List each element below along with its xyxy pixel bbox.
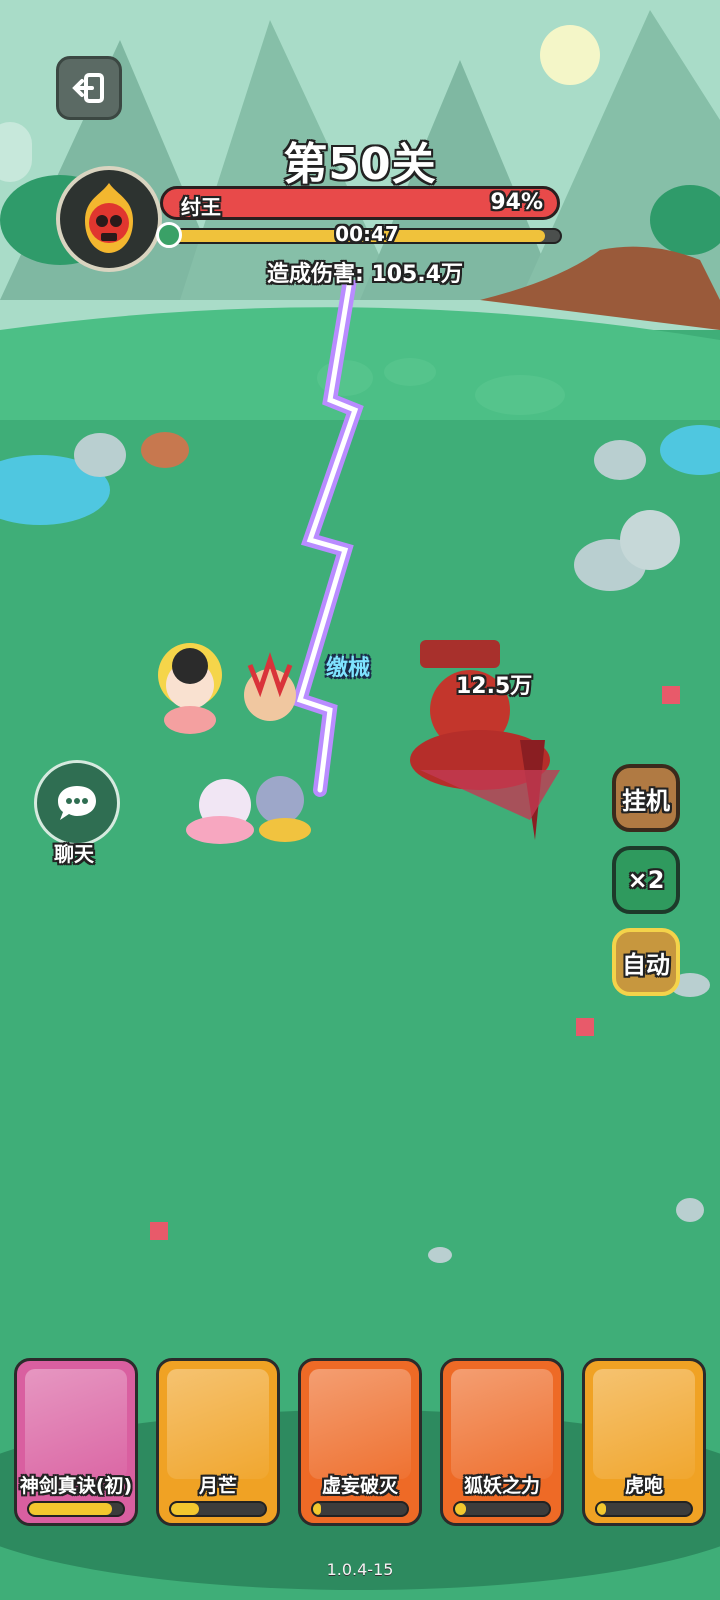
exit-icon bbox=[72, 73, 104, 103]
skill-3-charge-bar bbox=[311, 1501, 409, 1517]
boss-name: 纣王 bbox=[181, 195, 221, 219]
boss-hp-bar: 纣王 94% bbox=[160, 186, 560, 220]
chat-label: 聊天 bbox=[54, 842, 94, 866]
damage-summary: 造成伤害: 105.4万 bbox=[200, 256, 530, 288]
boss-character bbox=[410, 640, 560, 840]
skill-3-portrait bbox=[309, 1369, 411, 1479]
skill-card-4[interactable]: 狐妖之力 bbox=[440, 1358, 564, 1526]
skull-flame-icon bbox=[85, 183, 133, 253]
timer-text: 00:47 bbox=[335, 222, 399, 246]
skill-card-1[interactable]: 神剑真诀(初) bbox=[14, 1358, 138, 1526]
skill-4-charge-bar bbox=[453, 1501, 551, 1517]
damage-popup: 12.5万 bbox=[456, 674, 533, 699]
side-expand-tab[interactable] bbox=[0, 122, 32, 182]
status-popup: 缴械 bbox=[326, 656, 371, 681]
speed-x2-button[interactable]: ×2 bbox=[612, 846, 680, 914]
skill-2-portrait bbox=[167, 1369, 269, 1479]
chat-bubble-icon bbox=[58, 786, 96, 820]
skill-card-5[interactable]: 虎咆 bbox=[582, 1358, 706, 1526]
auto-button[interactable]: 自动 bbox=[612, 928, 680, 996]
skill-5-portrait bbox=[593, 1369, 695, 1479]
damage-label: 造成伤害: bbox=[266, 262, 364, 287]
exit-button[interactable] bbox=[56, 56, 122, 120]
boss-hp-percent: 94% bbox=[490, 190, 543, 215]
skill-5-charge-bar bbox=[595, 1501, 693, 1517]
skill-5-charge-fill bbox=[597, 1503, 607, 1515]
skill-4-name: 狐妖之力 bbox=[463, 1475, 540, 1497]
skill-4-charge-fill bbox=[455, 1503, 467, 1515]
skill-1-portrait bbox=[25, 1369, 127, 1479]
skill-1-charge-bar bbox=[27, 1501, 125, 1517]
skill-card-3[interactable]: 虚妄破灭 bbox=[298, 1358, 422, 1526]
hero-group bbox=[158, 643, 311, 844]
skill-2-name: 月芒 bbox=[198, 1475, 237, 1497]
skill-2-charge-fill bbox=[171, 1503, 200, 1515]
skill-2-charge-bar bbox=[169, 1501, 267, 1517]
level-title: 第50关 bbox=[283, 139, 437, 190]
version-label: 1.0.4-15 bbox=[326, 1560, 394, 1579]
skill-5-name: 虎咆 bbox=[624, 1475, 663, 1497]
boss-portrait bbox=[56, 166, 162, 272]
damage-value: 105.4万 bbox=[371, 262, 464, 287]
skill-card-2[interactable]: 月芒 bbox=[156, 1358, 280, 1526]
chat-button[interactable] bbox=[34, 760, 120, 846]
timer-bar: 00:47 bbox=[172, 222, 562, 246]
skill-3-name: 虚妄破灭 bbox=[321, 1475, 398, 1497]
clock-icon bbox=[156, 222, 182, 248]
skill-1-charge-fill bbox=[29, 1503, 112, 1515]
skill-4-portrait bbox=[451, 1369, 553, 1479]
idle-button[interactable]: 挂机 bbox=[612, 764, 680, 832]
skill-1-name: 神剑真诀(初) bbox=[19, 1475, 133, 1497]
skill-3-charge-fill bbox=[313, 1503, 321, 1515]
